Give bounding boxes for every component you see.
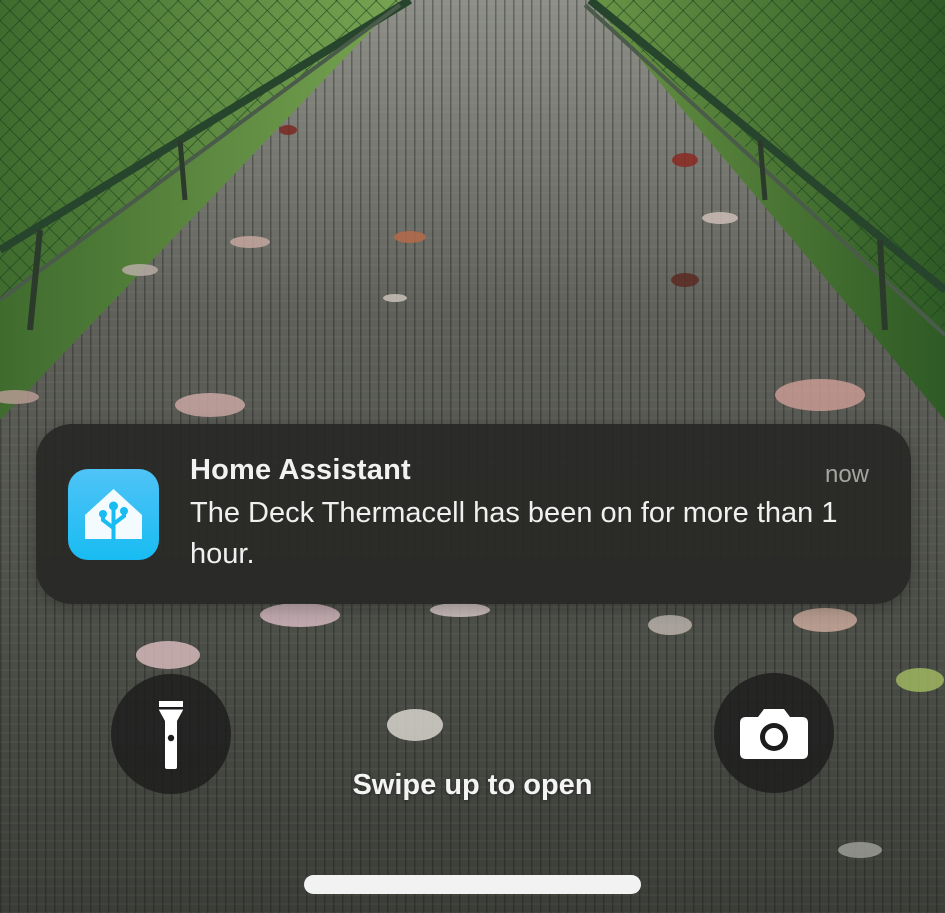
home-assistant-icon [68, 469, 159, 560]
notification-app-name: Home Assistant [190, 454, 411, 486]
home-indicator-bar[interactable] [304, 875, 641, 894]
swipe-up-hint: Swipe up to open [352, 769, 593, 801]
notification-timestamp: now [824, 461, 869, 488]
lock-screen: Home Assistant now The Deck Thermacell h… [0, 0, 945, 913]
notification-card[interactable]: Home Assistant now The Deck Thermacell h… [36, 424, 911, 604]
notification-message: The Deck Thermacell has been on for more… [190, 497, 838, 570]
